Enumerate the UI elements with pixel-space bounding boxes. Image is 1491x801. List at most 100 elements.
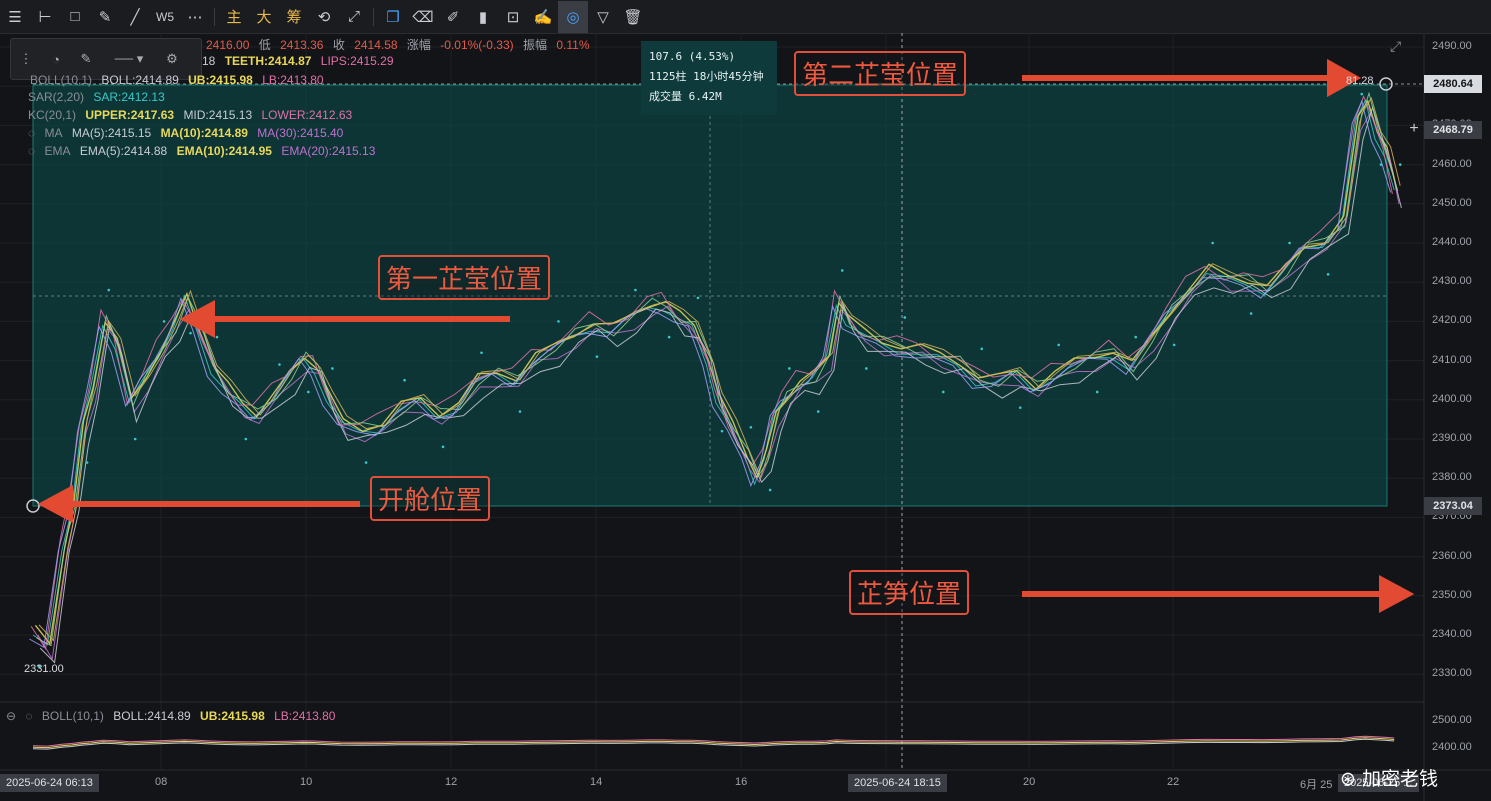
sar-dot bbox=[634, 288, 637, 292]
y-tick-label: 2360.00 bbox=[1432, 549, 1472, 562]
sar-dot bbox=[331, 367, 334, 370]
boll-ub: UB:2415.98 bbox=[188, 73, 253, 87]
sar-dot bbox=[903, 316, 907, 319]
collapse-icon[interactable]: ⊖ bbox=[6, 709, 16, 723]
y-tick-label: 2400.00 bbox=[1432, 392, 1472, 405]
info-volume: 成交量 6.42M bbox=[649, 90, 722, 103]
high-value: 2416.00 bbox=[206, 38, 250, 52]
x-tick-label: 10 bbox=[300, 776, 313, 788]
sar-dot bbox=[865, 367, 868, 370]
sar-dot bbox=[1288, 241, 1291, 245]
y-tick-label: 2450.00 bbox=[1432, 196, 1472, 209]
sar-dot bbox=[244, 437, 248, 441]
time-tag-left: 2025-06-24 06:13 bbox=[0, 774, 99, 792]
kc-legend: KC(20,1) UPPER:2417.63 MID:2415.13 LOWER… bbox=[28, 108, 358, 122]
sar-dot bbox=[215, 335, 219, 339]
y-tick-label: 2350.00 bbox=[1432, 588, 1472, 601]
y-tick-label: 2420.00 bbox=[1432, 314, 1472, 327]
x-tick-label: 22 bbox=[1167, 776, 1180, 788]
sar-value: SAR:2412.13 bbox=[93, 90, 165, 104]
sar-dot bbox=[557, 320, 560, 323]
info-bars: 1125柱 18小时45分钟 bbox=[649, 70, 764, 83]
price-tag-box-low: 2373.04 bbox=[1424, 497, 1482, 515]
kc-name: KC(20,1) bbox=[28, 108, 77, 122]
y-tick-label: 2410.00 bbox=[1432, 353, 1472, 366]
alligator-prefix: 18 bbox=[202, 54, 216, 68]
bell-icon[interactable]: ◌ bbox=[28, 126, 35, 140]
x-tick-label: 08 bbox=[155, 776, 168, 788]
bell-icon[interactable]: ◌ bbox=[28, 144, 35, 158]
ma30: MA(30):2415.40 bbox=[257, 126, 344, 140]
y-tick-label: 2430.00 bbox=[1432, 275, 1472, 288]
ema-name: EMA bbox=[44, 144, 71, 158]
amp-value: 0.11% bbox=[556, 38, 590, 52]
annotation-open-position: 开舱位置 bbox=[370, 476, 491, 521]
sar-dot bbox=[1172, 343, 1176, 347]
bell-icon[interactable]: ◌ bbox=[25, 709, 32, 723]
measure-info-box: 107.6 (4.53%) 1125柱 18小时45分钟 成交量 6.42M bbox=[641, 41, 777, 115]
sar-dot bbox=[107, 288, 111, 292]
sar-dot bbox=[480, 351, 483, 355]
sar-dot bbox=[749, 425, 753, 429]
change-label: 涨幅 bbox=[406, 38, 431, 52]
sar-dot bbox=[595, 355, 599, 358]
sar-dot bbox=[720, 429, 724, 433]
x-tick-label: 16 bbox=[735, 776, 748, 788]
ma-name: MA bbox=[44, 126, 63, 140]
y-tick-label: 2490.00 bbox=[1432, 40, 1472, 52]
sar-name: SAR(2,20) bbox=[28, 90, 85, 104]
ema5: EMA(5):2414.88 bbox=[79, 144, 168, 158]
close-label: 收 bbox=[332, 38, 345, 52]
boll-lb: LB:2413.80 bbox=[262, 73, 324, 87]
y-tick-label: 2330.00 bbox=[1432, 667, 1472, 680]
sar-dot bbox=[189, 331, 192, 335]
annotation-second-peak: 第二芷莹位置 bbox=[794, 51, 967, 96]
alligator-lips: LIPS:2415.29 bbox=[320, 54, 394, 68]
sar-dot bbox=[816, 410, 820, 413]
sar-dot bbox=[1018, 406, 1022, 409]
amp-label: 振幅 bbox=[523, 38, 548, 52]
sub-tick-low: 2400.00 bbox=[1432, 741, 1472, 753]
close-value: 2414.58 bbox=[354, 38, 398, 52]
sar-dot bbox=[133, 437, 137, 441]
sar-dot bbox=[403, 378, 406, 382]
sub-boll-legend: ⊖ ◌ BOLL(10,1) BOLL:2414.89 UB:2415.98 L… bbox=[6, 709, 341, 723]
annotation-bottom-position: 芷笋位置 bbox=[849, 570, 970, 615]
sar-dot bbox=[1249, 312, 1253, 315]
ma-legend: ◌ MA MA(5):2415.15 MA(10):2414.89 MA(30)… bbox=[28, 126, 349, 140]
low-value: 2413.36 bbox=[280, 38, 324, 52]
watermark: ⊛ 加密老钱 bbox=[1340, 764, 1438, 791]
y-tick-label: 2390.00 bbox=[1432, 432, 1472, 444]
sar-dot bbox=[1326, 273, 1330, 276]
sar-dot bbox=[667, 335, 671, 339]
kc-upper: UPPER:2417.63 bbox=[85, 108, 175, 122]
sar-dot bbox=[1211, 241, 1214, 245]
y-tick-label: 2340.00 bbox=[1432, 628, 1472, 640]
ema20: EMA(20):2415.13 bbox=[281, 144, 376, 158]
sar-dot bbox=[307, 390, 310, 394]
price-tag-cross: 2468.79 bbox=[1424, 121, 1482, 139]
sar-dot bbox=[1398, 163, 1402, 166]
boll-name: BOLL(10,1) bbox=[30, 73, 93, 87]
sar-dot bbox=[85, 461, 89, 464]
y-tick-label: 2460.00 bbox=[1432, 157, 1472, 170]
x-tick-label: 14 bbox=[590, 776, 603, 788]
sar-dot bbox=[1095, 390, 1099, 394]
x-tick-label: 12 bbox=[445, 776, 458, 788]
ema-legend: ◌ EMA EMA(5):2414.88 EMA(10):2414.95 EMA… bbox=[28, 144, 381, 158]
sar-dot bbox=[980, 347, 984, 351]
sub-boll-value: BOLL:2414.89 bbox=[113, 709, 191, 723]
sar-legend: SAR(2,20) SAR:2412.13 bbox=[28, 90, 171, 104]
sar-dot bbox=[696, 296, 700, 300]
add-alert-icon[interactable]: + bbox=[1406, 121, 1422, 137]
weibo-icon: ⊛ bbox=[1340, 768, 1356, 790]
low-marker-label: 2331.00 bbox=[24, 663, 64, 675]
y-tick-label: 2380.00 bbox=[1432, 471, 1472, 484]
sar-dot bbox=[1134, 335, 1137, 339]
fullscreen-icon[interactable]: ⤢ bbox=[1390, 38, 1401, 55]
alligator-teeth: TEETH:2414.87 bbox=[224, 54, 312, 68]
info-change: 107.6 (4.53%) bbox=[649, 50, 736, 63]
time-tag-cross: 2025-06-24 18:15 bbox=[848, 774, 947, 792]
sub-boll-lb: LB:2413.80 bbox=[274, 709, 336, 723]
sar-dot bbox=[768, 488, 772, 492]
